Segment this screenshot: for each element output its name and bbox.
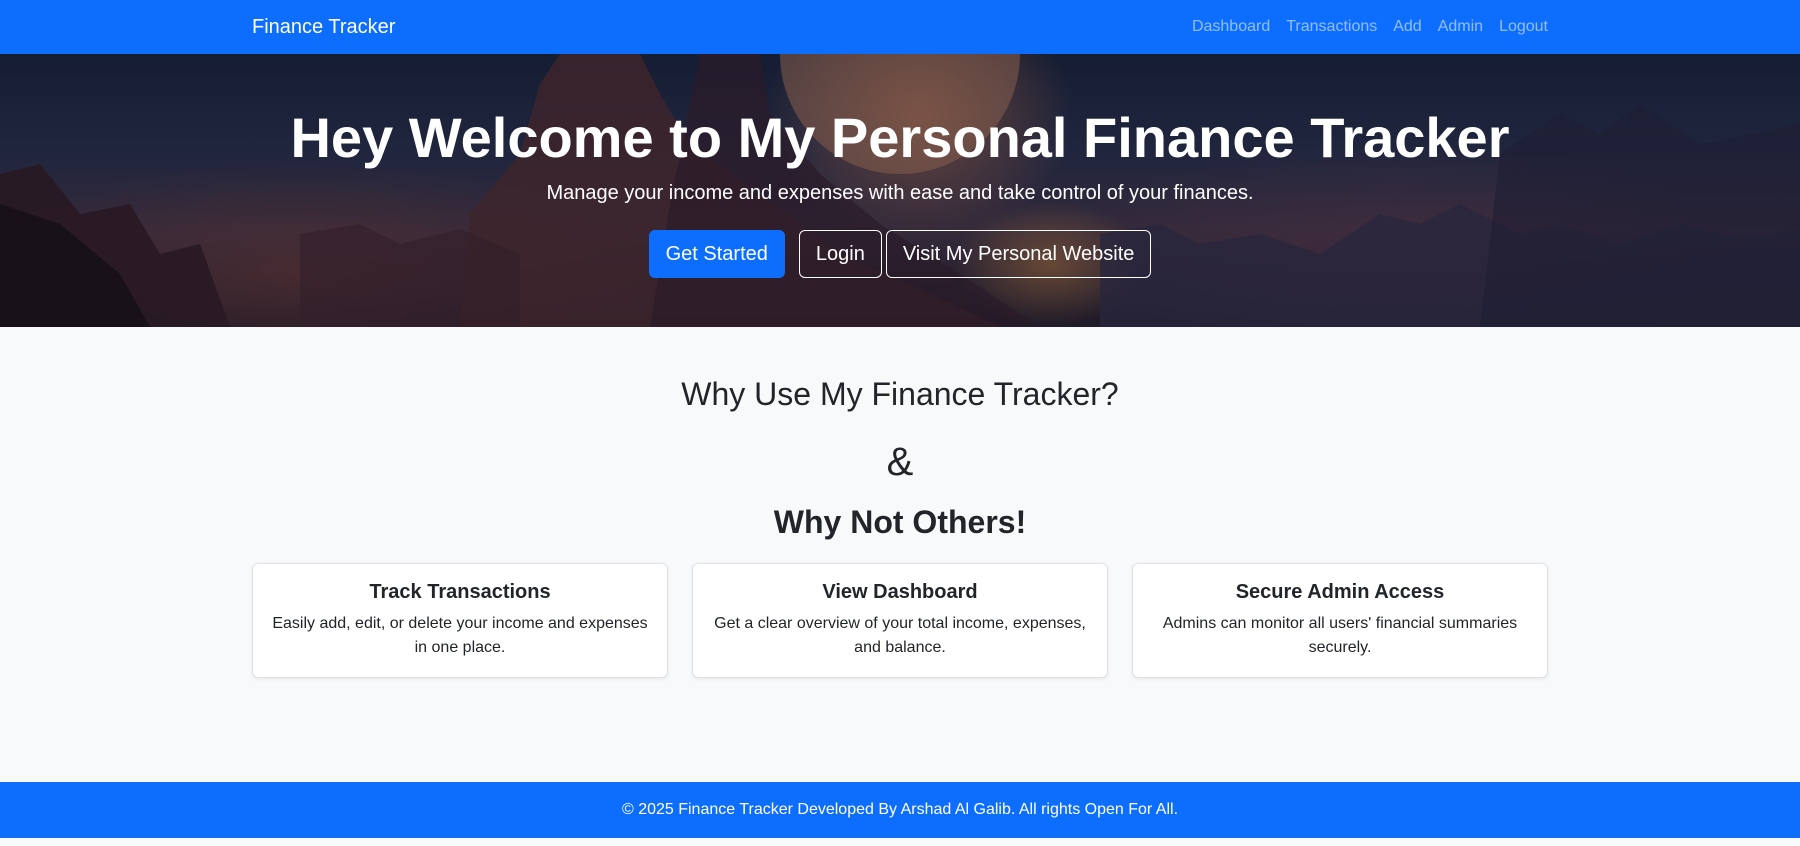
card-title: View Dashboard: [822, 581, 978, 603]
features-section: Why Use My Finance Tracker? & Why Not Ot…: [0, 327, 1800, 678]
feature-card-track-transactions: Track Transactions Easily add, edit, or …: [252, 563, 668, 678]
feature-card-secure-admin-access: Secure Admin Access Admins can monitor a…: [1132, 563, 1548, 678]
features-container: Why Use My Finance Tracker? & Why Not Ot…: [252, 375, 1548, 678]
nav-link-admin[interactable]: Admin: [1430, 0, 1491, 54]
features-subheading: Why Not Others!: [773, 504, 1027, 540]
card-text: Get a clear overview of your total incom…: [714, 615, 1086, 656]
nav-links: Dashboard Transactions Add Admin Logout: [1184, 0, 1548, 54]
footer: © 2025 Finance Tracker Developed By Arsh…: [0, 782, 1800, 838]
hero-section: Hey Welcome to My Personal Finance Track…: [0, 54, 1800, 327]
features-ampersand: &: [886, 440, 914, 484]
card-text: Admins can monitor all users' financial …: [1162, 615, 1518, 656]
nav-link-logout[interactable]: Logout: [1491, 0, 1548, 54]
hero-subtitle: Manage your income and expenses with eas…: [546, 182, 1254, 204]
nav-link-transactions[interactable]: Transactions: [1278, 0, 1385, 54]
navbar: Finance Tracker Dashboard Transactions A…: [0, 0, 1800, 54]
feature-card-view-dashboard: View Dashboard Get a clear overview of y…: [692, 563, 1108, 678]
card-text: Easily add, edit, or delete your income …: [272, 615, 648, 656]
nav-link-add[interactable]: Add: [1385, 0, 1429, 54]
visit-website-button[interactable]: Visit My Personal Website: [885, 230, 1152, 278]
navbar-brand[interactable]: Finance Tracker: [252, 0, 395, 54]
footer-text: © 2025 Finance Tracker Developed By Arsh…: [621, 801, 1179, 818]
hero-buttons: Get Started Login Visit My Personal Webs…: [0, 230, 1800, 278]
card-title: Track Transactions: [369, 581, 551, 603]
feature-cards: Track Transactions Easily add, edit, or …: [252, 563, 1548, 678]
card-title: Secure Admin Access: [1235, 581, 1445, 603]
navbar-container: Finance Tracker Dashboard Transactions A…: [252, 0, 1548, 54]
features-heading: Why Use My Finance Tracker?: [681, 376, 1119, 412]
login-button[interactable]: Login: [798, 230, 882, 278]
hero-content: Hey Welcome to My Personal Finance Track…: [0, 54, 1800, 278]
hero-title: Hey Welcome to My Personal Finance Track…: [290, 106, 1510, 169]
nav-link-dashboard[interactable]: Dashboard: [1184, 0, 1278, 54]
get-started-button[interactable]: Get Started: [648, 230, 785, 278]
